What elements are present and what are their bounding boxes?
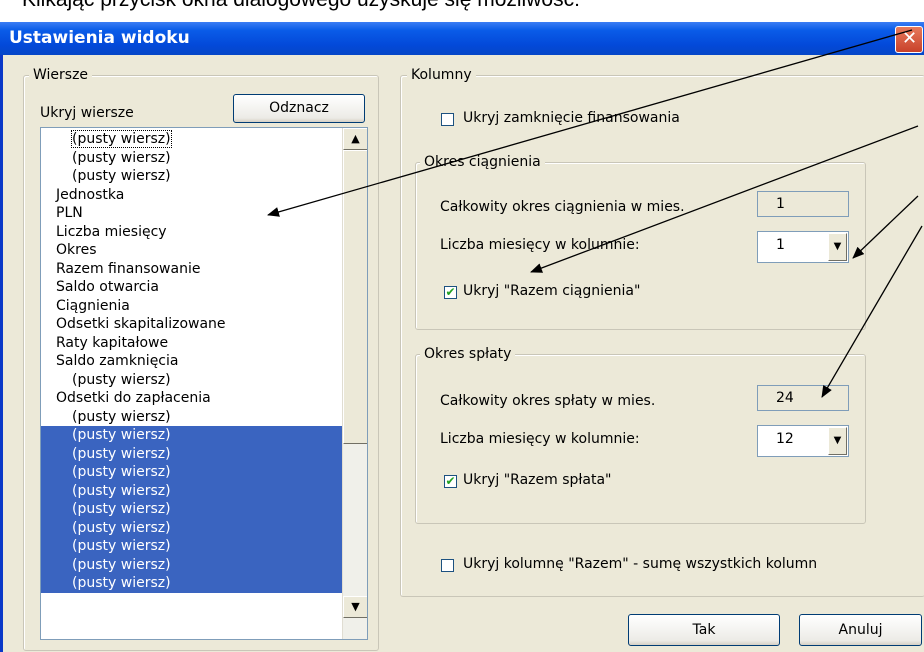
list-item-label: (pusty wiersz) [72,408,171,425]
list-item-label: (pusty wiersz) [72,575,171,591]
draw-months-select[interactable]: 1 ▼ [757,231,849,263]
scroll-thumb[interactable] [343,150,367,444]
hide-total-column-checkbox[interactable] [441,559,454,572]
list-item-label: (pusty wiersz) [72,371,171,388]
scroll-up-icon: ▲ [351,132,360,145]
chevron-down-icon[interactable]: ▼ [828,427,847,455]
document-intro-text: Klikając przycisk okna dialogowego uzysk… [22,0,580,12]
repay-months-select[interactable]: 12 ▼ [757,425,849,457]
close-icon: ✕ [902,28,918,49]
list-item[interactable]: Saldo otwarcia [41,278,342,297]
list-item-label: Liczba miesięcy [56,223,167,240]
list-item[interactable]: (pusty wiersz) [41,167,342,186]
list-item-label: Okres [56,242,97,258]
list-item-label: (pusty wiersz) [71,130,172,148]
list-item[interactable]: Odsetki skapitalizowane [41,315,342,334]
list-item[interactable]: Raty kapitałowe [41,334,342,353]
list-item[interactable]: PLN [41,204,342,223]
list-item[interactable]: Jednostka [41,186,342,205]
list-item-label: (pusty wiersz) [72,445,171,462]
hide-repay-total-label: Ukryj "Razem spłata" [463,472,612,488]
hide-rows-label: Ukryj wiersze [40,105,134,121]
list-item-label: Odsetki do zapłacenia [56,390,211,406]
list-item[interactable]: (pusty wiersz) [41,426,342,445]
list-item[interactable]: (pusty wiersz) [41,371,342,390]
scroll-down-button[interactable]: ▼ [343,596,367,618]
rows-list: (pusty wiersz) (pusty wiersz) (pusty wiers… [41,130,342,593]
list-item[interactable]: (pusty wiersz) [41,444,342,463]
hide-total-column-label: Ukryj kolumnę "Razem" - sumę wszystkich … [463,556,818,572]
list-item[interactable]: Liczba miesięcy [41,223,342,242]
list-item-label: Raty kapitałowe [56,334,169,351]
list-item-label: (pusty wiersz) [72,538,171,554]
scroll-down-icon: ▼ [351,600,360,613]
list-item[interactable]: (pusty wiersz) [41,149,342,168]
draw-months-value: 1 [776,237,785,253]
repay-total-label: Całkowity okres spłaty w mies. [440,393,656,409]
list-item[interactable]: (pusty wiersz) [41,130,342,149]
rows-listbox[interactable]: (pusty wiersz) (pusty wiersz) (pusty wiers… [40,127,368,640]
draw-period-legend: Okres ciągnienia [420,154,545,170]
hide-repay-total-checkbox[interactable]: ✔ [444,475,457,488]
list-item[interactable]: (pusty wiersz) [41,518,342,537]
repay-period-legend: Okres spłaty [420,346,516,362]
list-item-label: (pusty wiersz) [72,464,171,480]
list-item-label: (pusty wiersz) [72,519,171,536]
list-item[interactable]: Razem finansowanie [41,260,342,279]
list-item-label: (pusty wiersz) [72,501,171,517]
scroll-up-button[interactable]: ▲ [343,128,367,150]
list-item-label: Saldo zamknięcia [56,353,179,369]
hide-financing-close-label: Ukryj zamknięcie finansowania [463,110,680,126]
list-item-label: (pusty wiersz) [72,427,171,443]
list-item[interactable]: (pusty wiersz) [41,555,342,574]
title-bar[interactable]: Ustawienia widoku [0,22,924,55]
repay-months-label: Liczba miesięcy w kolumnie: [440,431,640,447]
columns-group-legend: Kolumny [407,67,476,83]
repay-total-value: 24 [757,385,849,411]
draw-months-label: Liczba miesięcy w kolumnie: [440,237,640,253]
repay-months-value: 12 [776,431,794,447]
hide-draw-total-label: Ukryj "Razem ciągnienia" [463,283,641,299]
list-item-label: (pusty wiersz) [72,168,171,184]
list-item[interactable]: (pusty wiersz) [41,463,342,482]
list-item[interactable]: (pusty wiersz) [41,500,342,519]
list-item-label: (pusty wiersz) [72,556,171,573]
hide-draw-total-checkbox[interactable]: ✔ [444,286,457,299]
list-item[interactable]: Ciągnienia [41,297,342,316]
list-item[interactable]: (pusty wiersz) [41,574,342,593]
list-item[interactable]: (pusty wiersz) [41,408,342,427]
ok-button[interactable]: Tak [628,614,780,646]
list-item-label: (pusty wiersz) [72,482,171,499]
list-item-label: Jednostka [56,186,125,203]
window-title: Ustawienia widoku [9,28,190,48]
list-item[interactable]: Saldo zamknięcia [41,352,342,371]
hide-financing-close-checkbox[interactable] [441,113,454,126]
list-item-label: (pusty wiersz) [72,149,171,166]
close-button[interactable]: ✕ [895,26,923,53]
list-item-label: Saldo otwarcia [56,279,159,295]
draw-total-label: Całkowity okres ciągnienia w mies. [440,199,685,215]
draw-total-value: 1 [757,191,849,217]
list-item-label: Odsetki skapitalizowane [56,316,226,332]
chevron-down-icon[interactable]: ▼ [828,233,847,261]
list-item[interactable]: (pusty wiersz) [41,537,342,556]
uncheck-button[interactable]: Odznacz [233,94,365,123]
list-item[interactable]: (pusty wiersz) [41,481,342,500]
list-item-label: Razem finansowanie [56,260,201,277]
list-item-label: Ciągnienia [56,297,130,314]
listbox-scrollbar[interactable]: ▲ ▼ [342,128,367,639]
list-item[interactable]: Okres [41,241,342,260]
rows-group-legend: Wiersze [29,67,93,83]
cancel-button[interactable]: Anuluj [799,614,922,646]
list-item-label: PLN [56,205,83,221]
list-item[interactable]: Odsetki do zapłacenia [41,389,342,408]
